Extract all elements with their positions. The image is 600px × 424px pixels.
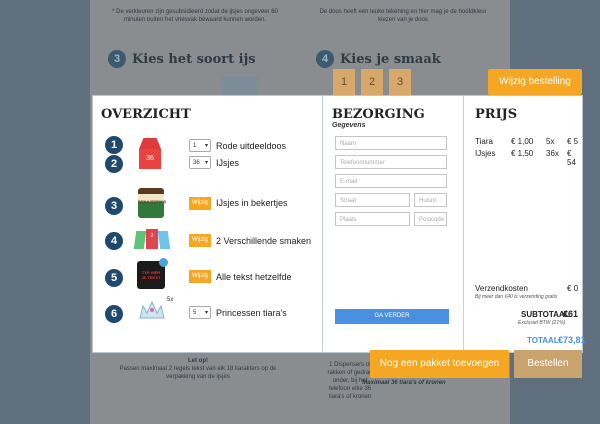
step-4-number: 4 [316, 50, 334, 68]
ice-cream-cup-image: BEN&JERRY'S [138, 188, 167, 218]
delivery-title: BEZORGING [332, 107, 425, 122]
total-value: €73,81 [558, 335, 586, 345]
price-row-qty: 36x [546, 149, 559, 158]
order-button[interactable]: Bestellen [514, 350, 582, 378]
background-note-bottom-right-max: Maximaal 36 tiara's of kronen [362, 380, 446, 386]
step-3-number: 3 [108, 50, 126, 68]
overview-label-text: Alle tekst hetzelfde [216, 272, 292, 282]
overview-number-6: 6 [105, 305, 123, 323]
divider-price [463, 96, 464, 352]
price-row-total: € 5 [567, 137, 579, 146]
overview-number-4: 4 [105, 232, 123, 250]
chevron-down-icon: ▾ [204, 310, 208, 316]
qty-select-tiara[interactable]: 5 ▾ [189, 306, 211, 319]
tiara-multiplier: 5x [167, 297, 174, 303]
email-field[interactable]: E-mail [335, 174, 447, 188]
price-row-unit: € 1,50 [511, 149, 534, 158]
flavor-tab-1[interactable]: 1 [333, 69, 355, 95]
street-field[interactable]: Straat [335, 193, 410, 207]
order-summary-panel: OVERZICHT 1 2 36 1 ▾ Rode uitdeeldoos 36 ▾… [92, 95, 586, 353]
background-note-bottom-left-text: Passen maximaal 2 regels tekst van elk 1… [119, 366, 277, 380]
overview-label-icecream: IJsjes [216, 158, 240, 168]
postcode-field[interactable]: Postcode [414, 212, 447, 226]
overview-label-flavor: 2 Verschillende smaken [216, 236, 312, 246]
qty-select-box[interactable]: 1 ▾ [189, 139, 211, 152]
overview-number-1: 1 [105, 136, 123, 154]
price-row-total: € 54 [567, 149, 576, 167]
background-note-bottom-left: Let op! Passen maximaal 2 regels tekst v… [118, 357, 278, 381]
total-label: TOTAAL: [527, 336, 562, 345]
add-package-button[interactable]: Nog een pakket toevoegen [370, 350, 509, 378]
name-field[interactable]: Naam [335, 136, 447, 150]
background-note-left: * De verkleuren zijn gesubsidieerd zodat… [112, 9, 278, 23]
edit-text-button[interactable]: Wijzig [189, 270, 211, 283]
edit-flavor-button[interactable]: Wijzig [189, 234, 211, 247]
subtotal-note: Exclusief BTW (21%) [518, 320, 566, 326]
overview-number-3: 3 [105, 197, 123, 215]
subtotal-value: €61 [563, 309, 579, 319]
step-4-title: Kies je smaak [340, 52, 441, 67]
cup-brand-text: BEN&JERRY'S [138, 199, 167, 204]
overview-label-box: Rode uitdeeldoos [216, 141, 287, 151]
tiara-icon [139, 300, 165, 319]
divider-delivery [322, 96, 323, 352]
overview-label-type: IJsjes in bekertjes [216, 198, 288, 208]
flavor-tab-2[interactable]: 2 [361, 69, 383, 95]
background-note-bottom-left-title: Let op! [188, 358, 208, 364]
price-row-item: Tiara [475, 137, 493, 146]
ice-cream-thumbnail [222, 76, 258, 95]
price-title: PRIJS [475, 107, 518, 122]
city-field[interactable]: Plaats [335, 212, 410, 226]
overview-title: OVERZICHT [101, 107, 191, 122]
overview-number-5: 5 [105, 269, 123, 287]
phone-field[interactable]: Telefoonnummer [335, 155, 447, 169]
shipping-value: € 0 [567, 284, 579, 293]
shipping-note: Bij meer dan €40 is verzending gratis [475, 294, 558, 300]
continue-button[interactable]: GA VERDER [335, 309, 449, 324]
chevron-down-icon: ▾ [204, 160, 208, 166]
edit-type-button[interactable]: Wijzig [189, 197, 211, 210]
overview-number-2: 2 [105, 155, 123, 173]
edit-order-button[interactable]: Wijzig bestelling [488, 69, 582, 95]
chevron-down-icon: ▾ [204, 143, 208, 149]
house-number-field[interactable]: Huisnr. [414, 193, 447, 207]
custom-text-cup-image: TYP HIER JE TEKST [137, 258, 168, 289]
flavor-tab-3[interactable]: 3 [389, 69, 411, 95]
price-row-qty: 5x [546, 137, 555, 146]
price-row-item: IJsjes [475, 149, 496, 158]
delivery-subtitle: Gegevens [332, 122, 366, 129]
badge-icon [159, 258, 168, 267]
shipping-label: Verzendkosten [475, 284, 528, 293]
step-3-title: Kies het soort ijs [132, 52, 256, 67]
tiara-image: 5x [137, 297, 174, 324]
price-row-unit: € 1,00 [511, 137, 534, 146]
overview-label-tiara: Princessen tiara's [216, 308, 287, 318]
box-badge: 36 [139, 149, 161, 169]
background-note-right: De doos heeft een leuke tekening en hier… [319, 9, 487, 23]
cup-custom-text: TYP HIER JE TEKST [141, 270, 161, 280]
flavor-swatches-image: 2 [133, 229, 171, 251]
qty-select-icecream[interactable]: 36 ▾ [189, 156, 211, 169]
red-box-image: 36 [139, 138, 161, 170]
